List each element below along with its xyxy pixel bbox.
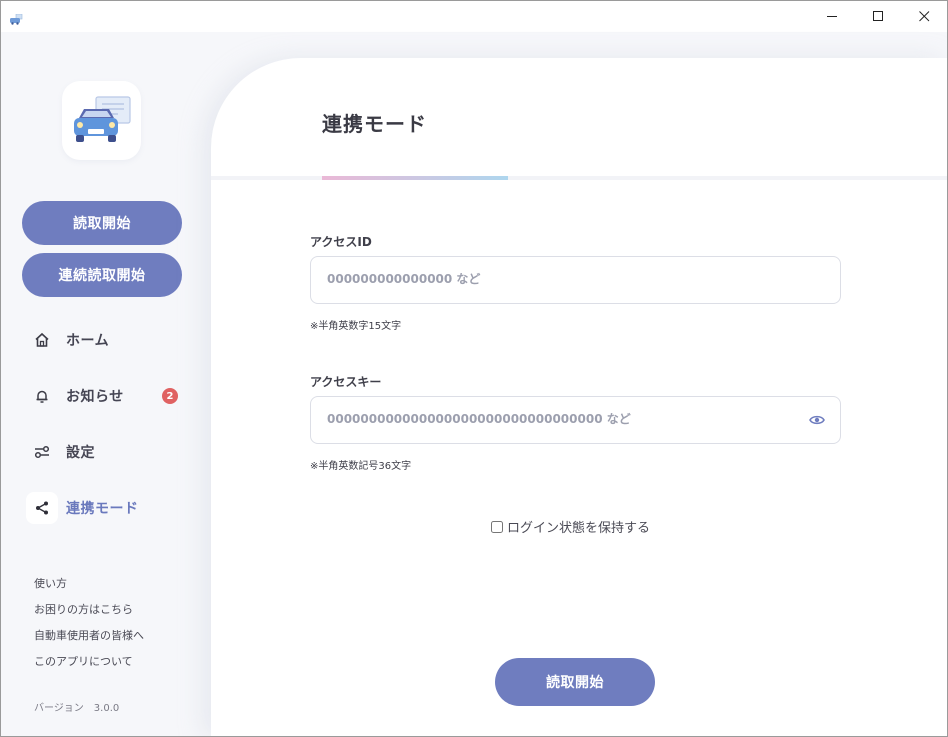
close-button[interactable] <box>901 1 947 32</box>
remember-login-checkbox[interactable] <box>491 520 503 533</box>
car-app-icon <box>10 10 23 25</box>
app-window: 読取開始 連続読取開始 ホーム お知らせ 2 設定 連携モード 使い方 お困りの… <box>0 0 948 737</box>
nav-item-notifications[interactable]: お知らせ 2 <box>26 380 201 412</box>
eye-icon[interactable] <box>808 411 826 429</box>
nav-item-label: お知らせ <box>66 389 124 405</box>
close-icon <box>918 11 929 22</box>
maximize-button[interactable] <box>855 1 901 32</box>
nav-item-link-mode[interactable]: 連携モード <box>26 492 201 524</box>
title-bar <box>1 1 947 32</box>
start-read-button[interactable]: 読取開始 <box>22 201 182 245</box>
notification-badge: 2 <box>162 388 178 404</box>
version-label: バージョン 3.0.0 <box>34 703 120 714</box>
access-id-field-box <box>310 256 841 304</box>
access-key-hint: ※半角英数記号36文字 <box>310 461 412 472</box>
remember-login-option[interactable]: ログイン状態を保持する <box>491 517 650 536</box>
read-start-button[interactable]: 読取開始 <box>495 658 655 706</box>
link-about[interactable]: このアプリについて <box>34 653 133 669</box>
minimize-button[interactable] <box>809 1 855 32</box>
title-underline <box>322 176 508 180</box>
access-key-input[interactable] <box>311 397 797 441</box>
access-id-label: アクセスID <box>310 235 372 249</box>
sidebar: 読取開始 連続読取開始 ホーム お知らせ 2 設定 連携モード 使い方 お困りの… <box>1 32 211 736</box>
link-vehicle-users[interactable]: 自動車使用者の皆様へ <box>34 627 144 643</box>
access-id-hint: ※半角英数字15文字 <box>310 321 402 332</box>
continuous-read-button[interactable]: 連続読取開始 <box>22 253 182 297</box>
bell-icon <box>26 380 58 412</box>
access-key-label: アクセスキー <box>310 375 382 389</box>
main-panel: 連携モード アクセスID ※半角英数字15文字 アクセスキー ※半角英数記号36… <box>211 58 947 736</box>
remember-login-label: ログイン状態を保持する <box>507 521 651 536</box>
access-id-input[interactable] <box>311 257 797 301</box>
access-key-field-box <box>310 396 841 444</box>
sliders-icon <box>26 436 58 468</box>
nav-item-home[interactable]: ホーム <box>26 324 201 356</box>
car-document-logo <box>74 96 131 142</box>
maximize-icon <box>872 11 883 21</box>
nav-item-settings[interactable]: 設定 <box>26 436 201 468</box>
app-logo <box>62 81 141 160</box>
link-how-to-use[interactable]: 使い方 <box>34 575 67 591</box>
nav-item-label: 設定 <box>66 445 95 461</box>
nav-item-label: 連携モード <box>66 501 139 517</box>
link-help[interactable]: お困りの方はこちら <box>34 601 133 617</box>
minimize-icon <box>826 16 837 17</box>
nav-item-label: ホーム <box>66 333 110 349</box>
home-icon <box>26 324 58 356</box>
page-title: 連携モード <box>322 112 427 136</box>
share-icon <box>26 492 58 524</box>
